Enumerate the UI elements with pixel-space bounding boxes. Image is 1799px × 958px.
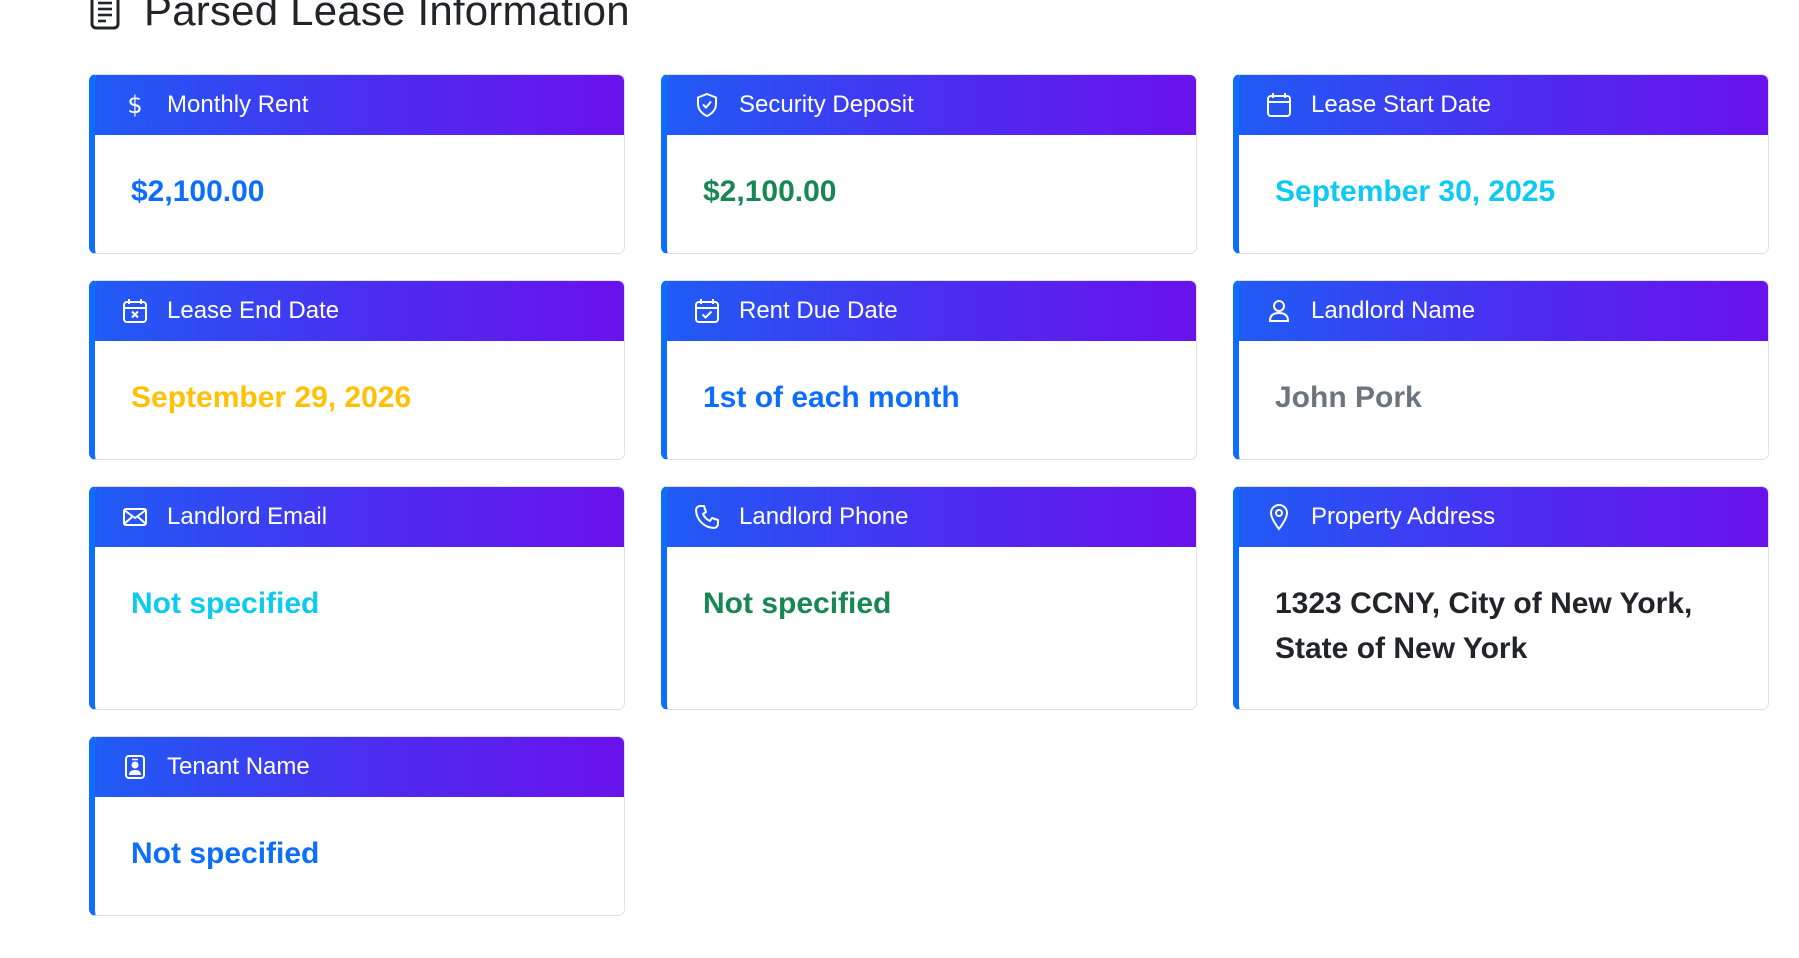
telephone-icon [693, 503, 721, 531]
calendar-icon [1265, 91, 1293, 119]
card-value: Not specified [131, 837, 320, 870]
card-header: $ Monthly Rent [95, 75, 624, 135]
card-value: 1st of each month [703, 381, 960, 414]
calendar-x-icon [121, 297, 149, 325]
card-rent-due-date: Rent Due Date 1st of each month [661, 280, 1197, 460]
page-heading: Parsed Lease Information [90, 0, 630, 36]
card-value: September 29, 2026 [131, 381, 412, 414]
geo-pin-icon [1265, 503, 1293, 531]
card-header: Lease End Date [95, 281, 624, 341]
lease-fields-grid: $ Monthly Rent $2,100.00 Security Deposi… [89, 74, 1769, 916]
card-value: September 30, 2025 [1275, 175, 1556, 208]
card-value: John Pork [1275, 381, 1422, 414]
svg-text:$: $ [127, 92, 142, 118]
calendar-check-icon [693, 297, 721, 325]
lease-info-page: Parsed Lease Information $ Monthly Rent … [0, 0, 1799, 958]
card-label: Tenant Name [167, 753, 310, 780]
card-tenant-name: Tenant Name Not specified [89, 736, 625, 916]
envelope-icon [121, 503, 149, 531]
card-value: $2,100.00 [131, 175, 265, 208]
card-label: Landlord Phone [739, 503, 909, 530]
card-landlord-email: Landlord Email Not specified [89, 486, 625, 710]
card-value: Not specified [703, 587, 892, 620]
person-icon [1265, 297, 1293, 325]
card-header: Tenant Name [95, 737, 624, 797]
card-label: Lease End Date [167, 297, 340, 324]
dollar-icon: $ [121, 91, 149, 119]
card-header: Security Deposit [667, 75, 1196, 135]
card-lease-end-date: Lease End Date September 29, 2026 [89, 280, 625, 460]
card-value: $2,100.00 [703, 175, 837, 208]
card-value: Not specified [131, 587, 320, 620]
card-label: Monthly Rent [167, 91, 309, 118]
card-header: Lease Start Date [1239, 75, 1768, 135]
card-landlord-phone: Landlord Phone Not specified [661, 486, 1197, 710]
document-icon [90, 0, 124, 31]
card-header: Landlord Email [95, 487, 624, 547]
card-label: Rent Due Date [739, 297, 898, 324]
page-title: Parsed Lease Information [144, 0, 630, 34]
person-badge-icon [121, 753, 149, 781]
card-header: Property Address [1239, 487, 1768, 547]
shield-check-icon [693, 91, 721, 119]
card-header: Rent Due Date [667, 281, 1196, 341]
card-label: Property Address [1311, 503, 1496, 530]
card-label: Security Deposit [739, 91, 914, 118]
card-landlord-name: Landlord Name John Pork [1233, 280, 1769, 460]
card-label: Lease Start Date [1311, 91, 1492, 118]
card-monthly-rent: $ Monthly Rent $2,100.00 [89, 74, 625, 254]
card-header: Landlord Name [1239, 281, 1768, 341]
card-property-address: Property Address 1323 CCNY, City of New … [1233, 486, 1769, 710]
card-header: Landlord Phone [667, 487, 1196, 547]
card-value: 1323 CCNY, City of New York, State of Ne… [1275, 587, 1693, 665]
card-label: Landlord Name [1311, 297, 1476, 324]
card-security-deposit: Security Deposit $2,100.00 [661, 74, 1197, 254]
card-lease-start-date: Lease Start Date September 30, 2025 [1233, 74, 1769, 254]
card-label: Landlord Email [167, 503, 328, 530]
